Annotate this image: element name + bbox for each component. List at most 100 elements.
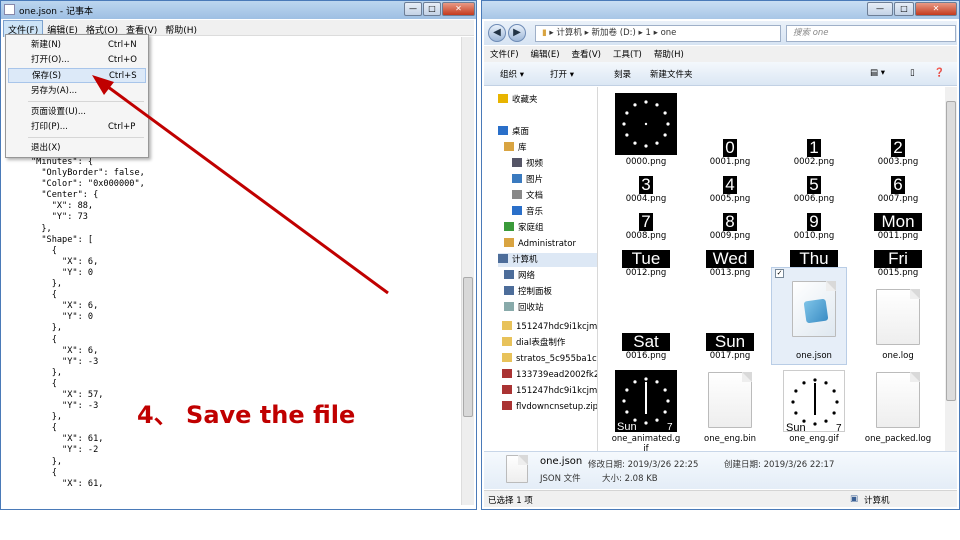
explorer-menu-help[interactable]: 帮助(H) bbox=[648, 46, 690, 62]
glyph-thumbnail: Thu bbox=[790, 250, 838, 268]
clock-face-thumbnail bbox=[615, 93, 677, 155]
nav-item-label: stratos_5c955ba1c bbox=[516, 354, 597, 364]
music-icon bbox=[512, 206, 522, 215]
nav-item[interactable]: 计算机 bbox=[498, 253, 597, 267]
folder-icon bbox=[502, 353, 512, 362]
nav-item[interactable]: 库 bbox=[504, 141, 597, 155]
nav-item-label: 文档 bbox=[526, 191, 544, 201]
breadcrumb-1[interactable]: 1 bbox=[645, 28, 650, 38]
library-icon bbox=[504, 142, 514, 151]
explorer-window: — □ ✕ ◀ ▶ ▮ ▸ 计算机 ▸ 新加卷 (D:) ▸ 1 ▸ one 搜… bbox=[481, 0, 960, 510]
explorer-minimize-button[interactable]: — bbox=[867, 2, 893, 16]
checkbox-icon[interactable]: ✓ bbox=[775, 269, 784, 278]
file-name: 0003.png bbox=[877, 157, 919, 167]
nav-item-label: 收藏夹 bbox=[512, 95, 538, 105]
explorer-menu-view[interactable]: 查看(V) bbox=[566, 46, 607, 62]
explorer-maximize-button[interactable]: □ bbox=[894, 2, 914, 16]
status-selection: 已选择 1 项 bbox=[488, 496, 533, 506]
new-folder-button[interactable]: 新建文件夹 bbox=[650, 68, 693, 80]
explorer-close-button[interactable]: ✕ bbox=[915, 2, 957, 16]
file-name: one.log bbox=[882, 351, 914, 361]
nav-item-label: flvdowncnsetup.zip bbox=[516, 402, 598, 412]
svg-text:Sun: Sun bbox=[617, 421, 637, 432]
file-name: one_eng.gif bbox=[789, 434, 839, 444]
explorer-toolbar: 组织 ▾ 打开 ▾ 刻录 新建文件夹 ▤ ▾ ▯ ❓ bbox=[484, 62, 957, 86]
forward-button[interactable]: ▶ bbox=[508, 24, 526, 42]
nav-item-label: 视频 bbox=[526, 159, 544, 169]
glyph-thumbnail: 4 bbox=[723, 176, 737, 194]
glyph-thumbnail: Wed bbox=[706, 250, 754, 268]
file-icon bbox=[876, 289, 920, 345]
nav-item[interactable]: flvdowncnsetup.zip bbox=[502, 400, 597, 414]
open-button[interactable]: 打开 ▾ bbox=[550, 68, 574, 80]
nav-item[interactable]: 网络 bbox=[504, 269, 597, 283]
file-name: one_packed.log bbox=[864, 434, 932, 444]
explorer-menu-tools[interactable]: 工具(T) bbox=[607, 46, 648, 62]
scrollbar-thumb[interactable] bbox=[946, 101, 956, 401]
explorer-menu-file[interactable]: 文件(F) bbox=[484, 46, 525, 62]
computer-icon: ▣ bbox=[850, 494, 859, 504]
back-button[interactable]: ◀ bbox=[488, 24, 506, 42]
nav-item[interactable]: 151247hdc9i1kcjm bbox=[502, 384, 597, 398]
nav-item[interactable]: 音乐 bbox=[512, 205, 597, 219]
file-name: 0015.png bbox=[877, 268, 919, 278]
preview-pane-icon[interactable]: ▯ bbox=[910, 68, 915, 78]
nav-item[interactable]: 家庭组 bbox=[504, 221, 597, 235]
organize-button[interactable]: 组织 ▾ bbox=[500, 68, 524, 80]
breadcrumb-drive[interactable]: 新加卷 (D:) bbox=[592, 28, 636, 38]
glyph-thumbnail: 1 bbox=[807, 139, 821, 157]
file-name: 0000.png bbox=[625, 157, 667, 167]
nav-item[interactable]: 桌面 bbox=[498, 125, 597, 139]
file-name: 0016.png bbox=[625, 351, 667, 361]
nav-item[interactable]: Administrator bbox=[504, 237, 597, 251]
explorer-menubar: 文件(F) 编辑(E) 查看(V) 工具(T) 帮助(H) bbox=[484, 46, 957, 62]
details-pane: one.json JSON 文件 修改日期: 2019/3/26 22:25 创… bbox=[484, 451, 957, 489]
nav-item-label: 图片 bbox=[526, 175, 544, 185]
nav-item-label: 桌面 bbox=[512, 127, 530, 137]
document-icon bbox=[512, 190, 522, 199]
recycle-bin-icon bbox=[504, 302, 514, 311]
explorer-titlebar[interactable]: — □ ✕ bbox=[482, 1, 959, 19]
nav-item-label: 回收站 bbox=[518, 303, 544, 313]
nav-item[interactable]: stratos_5c955ba1c bbox=[502, 352, 597, 366]
nav-item[interactable]: 收藏夹 bbox=[498, 93, 597, 107]
json-file-icon bbox=[506, 455, 528, 483]
json-file-icon bbox=[792, 281, 836, 337]
control-panel-icon bbox=[504, 286, 514, 295]
details-size: 大小: 2.08 KB bbox=[602, 474, 658, 484]
glyph-thumbnail: Sat bbox=[622, 333, 670, 351]
nav-item[interactable]: 图片 bbox=[512, 173, 597, 187]
breadcrumb-computer[interactable]: 计算机 bbox=[556, 28, 582, 38]
nav-item[interactable]: 133739ead2002fk2 bbox=[502, 368, 597, 382]
nav-item[interactable]: 文档 bbox=[512, 189, 597, 203]
file-name: 0001.png bbox=[709, 157, 751, 167]
address-path[interactable]: ▮ ▸ 计算机 ▸ 新加卷 (D:) ▸ 1 ▸ one bbox=[535, 25, 781, 42]
nav-item[interactable]: 控制面板 bbox=[504, 285, 597, 299]
view-options-icon[interactable]: ▤ ▾ bbox=[870, 68, 885, 78]
nav-item[interactable]: 回收站 bbox=[504, 301, 597, 315]
glyph-thumbnail: 3 bbox=[639, 176, 653, 194]
file-name: one.json bbox=[796, 351, 832, 361]
glyph-thumbnail: 2 bbox=[891, 139, 905, 157]
file-icon bbox=[708, 372, 752, 428]
file-name: 0010.png bbox=[793, 231, 835, 241]
nav-item-label: 151247hdc9i1kcjm bbox=[516, 386, 598, 396]
burn-button[interactable]: 刻录 bbox=[614, 68, 631, 80]
nav-item[interactable]: 151247hdc9i1kcjm bbox=[502, 320, 597, 334]
explorer-menu-edit[interactable]: 编辑(E) bbox=[525, 46, 566, 62]
help-icon[interactable]: ❓ bbox=[934, 68, 945, 78]
nav-item[interactable]: dial表盘制作 bbox=[502, 336, 597, 350]
search-input[interactable]: 搜索 one bbox=[786, 25, 956, 42]
nav-item[interactable]: 视频 bbox=[512, 157, 597, 171]
nav-item-label: 133739ead2002fk2 bbox=[516, 370, 598, 380]
folder-icon: ▮ bbox=[542, 28, 547, 38]
glyph-thumbnail: Tue bbox=[622, 250, 670, 268]
nav-item-label: 库 bbox=[518, 143, 527, 153]
details-file-type: JSON 文件 bbox=[540, 474, 581, 484]
details-file-name: one.json bbox=[540, 456, 583, 467]
nav-item-label: 控制面板 bbox=[518, 287, 553, 297]
glyph-thumbnail: 6 bbox=[891, 176, 905, 194]
status-bar: 已选择 1 项 ▣ 计算机 bbox=[484, 490, 957, 507]
breadcrumb-one[interactable]: one bbox=[661, 28, 677, 38]
file-list-scrollbar[interactable] bbox=[945, 87, 957, 451]
